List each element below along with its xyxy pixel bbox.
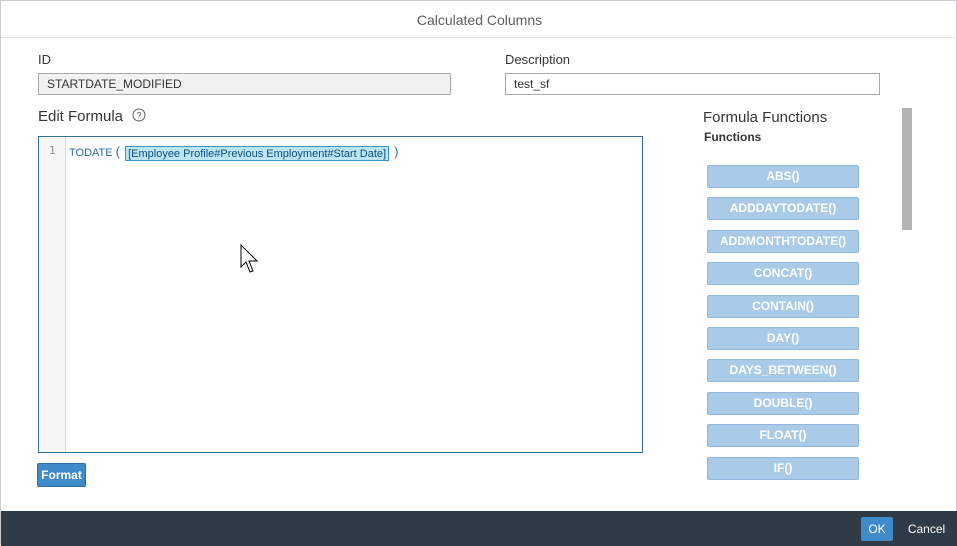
description-label: Description — [505, 52, 571, 67]
function-button-abs[interactable]: ABS() — [707, 165, 859, 188]
id-field[interactable]: STARTDATE_MODIFIED — [38, 73, 451, 95]
function-name: TODATE — [69, 147, 113, 159]
mouse-cursor-icon — [240, 244, 259, 273]
dialog-title: Calculated Columns — [1, 1, 957, 38]
id-label: ID — [38, 52, 51, 67]
calculated-columns-dialog: Calculated Columns ID STARTDATE_MODIFIED… — [0, 0, 957, 546]
edit-formula-title: Edit Formula — [38, 108, 124, 125]
function-button-concat[interactable]: CONCAT() — [707, 262, 859, 286]
function-button-double[interactable]: DOUBLE() — [707, 391, 859, 415]
function-button-float[interactable]: FLOAT() — [707, 424, 859, 448]
formula-editor[interactable]: 1 TODATE ( [Employee Profile#Previous Em… — [38, 136, 643, 453]
format-button[interactable]: Format — [37, 463, 86, 487]
line-gutter: 1 — [39, 137, 66, 452]
field-token[interactable]: [Employee Profile#Previous Employment#St… — [125, 145, 390, 161]
function-list: ABS() ADDDAYTODATE() ADDMONTHTODATE() CO… — [707, 165, 859, 489]
functions-scrollbar-thumb[interactable] — [902, 108, 912, 230]
description-field[interactable]: test_sf — [505, 73, 880, 95]
formula-functions-title: Formula Functions — [703, 109, 828, 126]
function-button-adddaytodate[interactable]: ADDDAYTODATE() — [707, 197, 859, 221]
functions-subtitle: Functions — [704, 130, 762, 144]
function-button-day[interactable]: DAY() — [707, 326, 859, 350]
function-button-contain[interactable]: CONTAIN() — [707, 294, 859, 318]
dialog-footer — [1, 511, 957, 546]
function-button-if[interactable]: IF() — [707, 456, 859, 480]
open-paren: ( — [115, 144, 121, 159]
svg-text:?: ? — [136, 111, 141, 121]
function-button-addmonthtodate[interactable]: ADDMONTHTODATE() — [707, 229, 859, 253]
line-number: 1 — [49, 144, 56, 157]
formula-line[interactable]: TODATE ( [Employee Profile#Previous Empl… — [69, 144, 399, 161]
close-paren: ) — [394, 144, 399, 159]
cancel-button[interactable]: Cancel — [904, 517, 949, 541]
function-button-days-between[interactable]: DAYS_BETWEEN() — [707, 359, 859, 383]
help-icon[interactable]: ? — [132, 108, 146, 122]
ok-button[interactable]: OK — [861, 517, 893, 541]
